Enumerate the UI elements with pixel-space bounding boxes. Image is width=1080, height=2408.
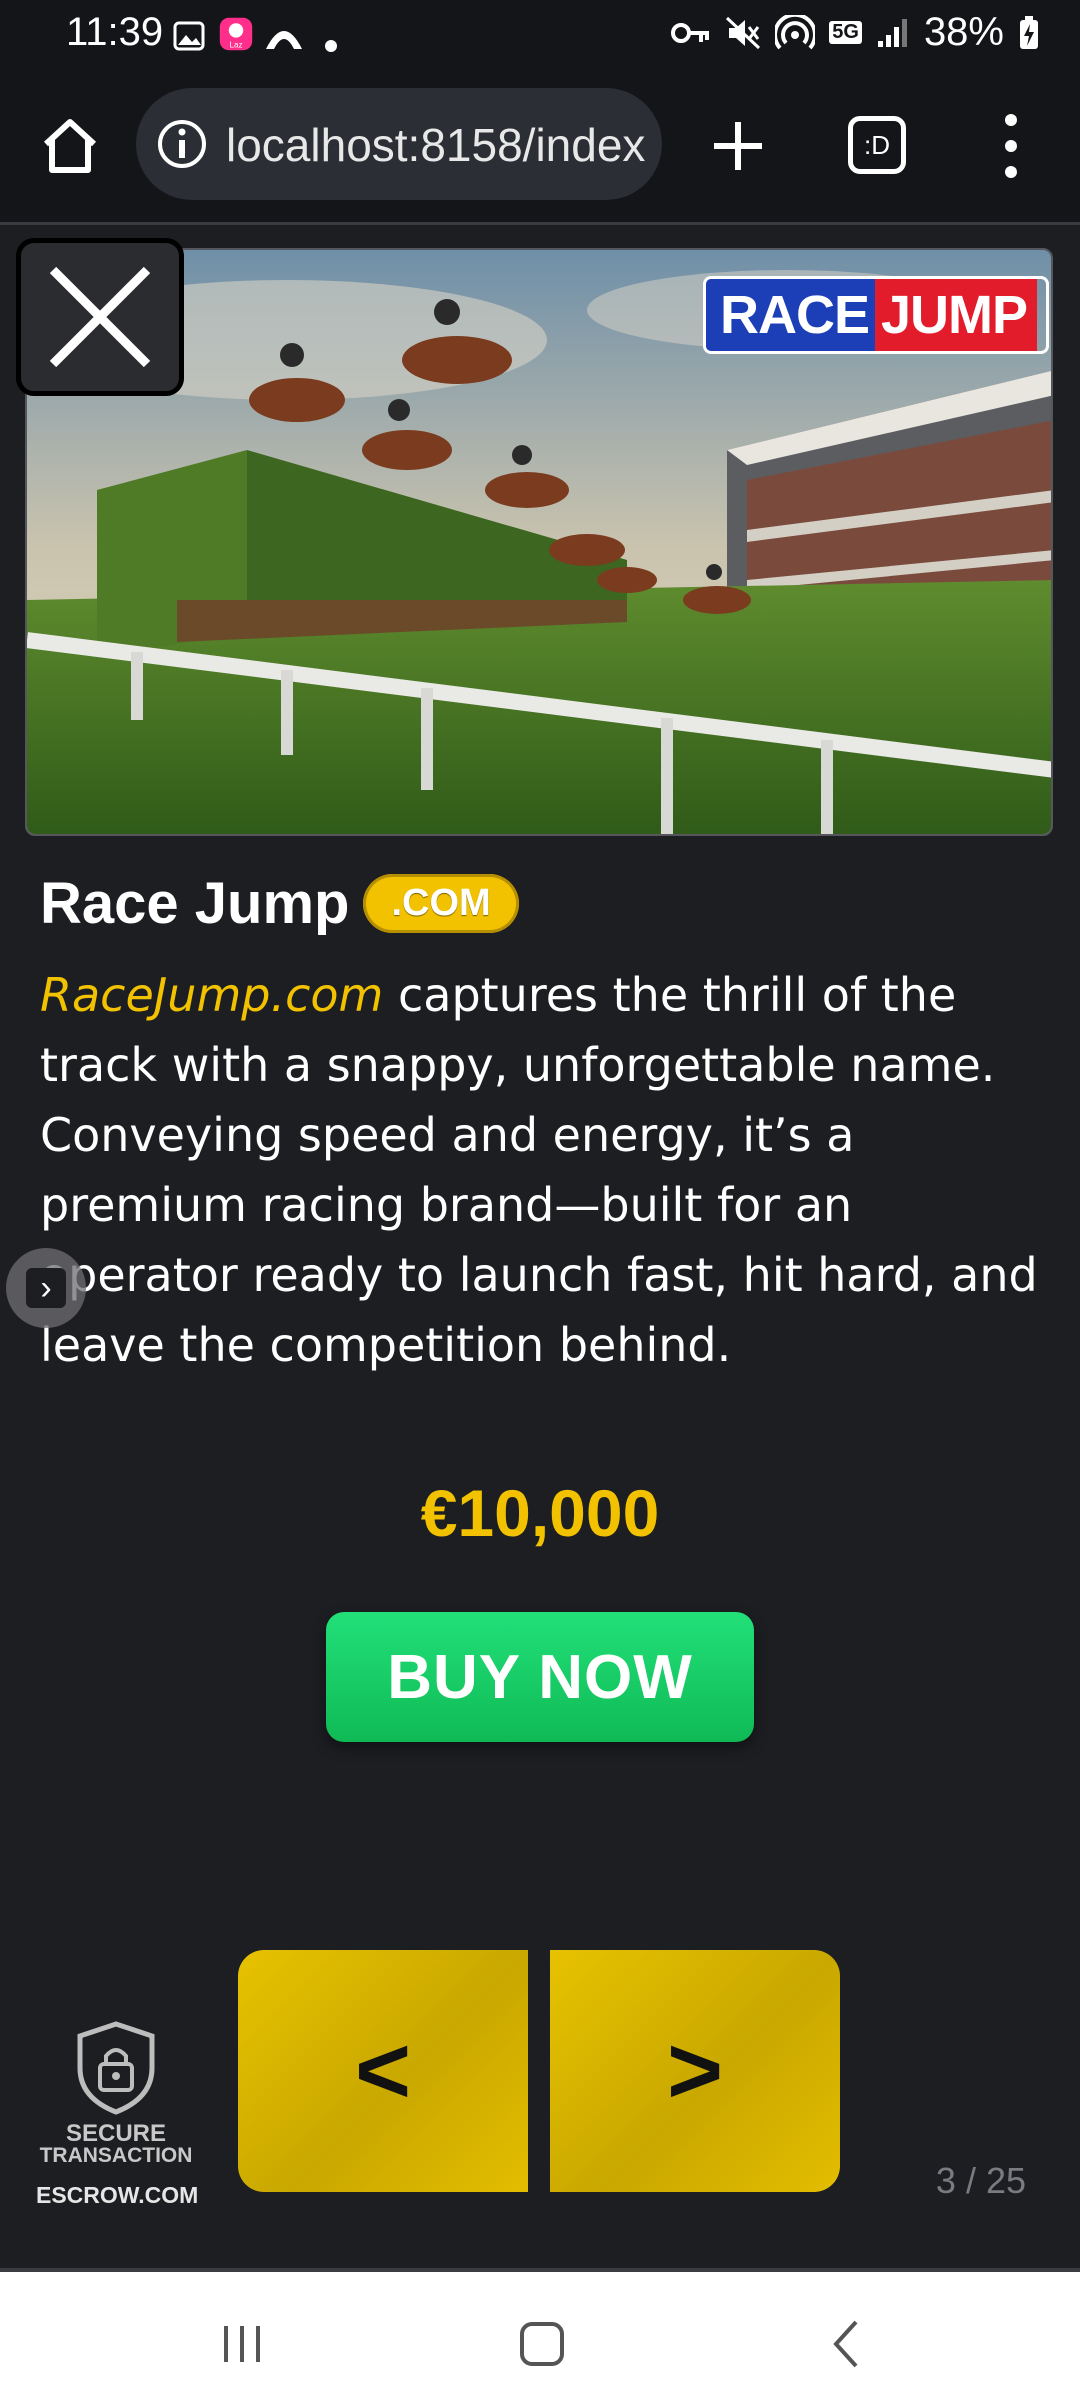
recent-apps-icon[interactable] [220, 2324, 264, 2364]
brand-logo: RACE JUMP [703, 276, 1049, 354]
escrow-line2: TRANSACTION [39, 2144, 193, 2167]
new-tab-icon[interactable] [708, 116, 768, 176]
address-bar[interactable]: localhost:8158/index [136, 88, 662, 200]
listing-description: RaceJump.com captures the thrill of the … [40, 960, 1040, 1380]
domain-link[interactable]: RaceJump.com [40, 968, 383, 1022]
lazada-app-icon: Laz [219, 17, 253, 51]
back-icon[interactable] [830, 2318, 860, 2370]
vpn-key-icon [671, 22, 710, 43]
tab-switcher-button[interactable]: :D [848, 116, 906, 174]
battery-charging-icon [1020, 15, 1038, 49]
mute-icon [726, 16, 761, 49]
side-expand-button[interactable]: › [6, 1248, 86, 1328]
price: €10,000 [420, 1476, 660, 1550]
next-button[interactable]: > [550, 1950, 840, 2192]
hotspot-icon [775, 14, 816, 49]
home-icon[interactable] [38, 114, 102, 178]
escrow-badge[interactable]: SECURE TRANSACTION ESCROW.COM [36, 2020, 199, 2220]
svg-text:Laz: Laz [229, 41, 242, 50]
close-icon [49, 266, 151, 368]
escrow-line3: ESCROW.COM [36, 2182, 199, 2208]
chevron-right-icon: › [26, 1268, 66, 1308]
home-nav-icon[interactable] [520, 2322, 564, 2366]
tld-badge: .COM [363, 874, 519, 933]
signal-icon [877, 18, 907, 47]
close-button[interactable] [16, 238, 184, 396]
system-navigation-bar [0, 2272, 1080, 2408]
browser-toolbar: localhost:8158/index :D [0, 72, 1080, 225]
brand-logo-part1: RACE [706, 279, 876, 351]
previous-button[interactable]: < [238, 1950, 528, 2192]
description-body: captures the thrill of the track with a … [40, 968, 1038, 1372]
more-menu-icon[interactable] [996, 110, 1026, 182]
status-time: 11:39 [66, 10, 164, 54]
url-text[interactable]: localhost:8158/index [226, 118, 645, 172]
shield-lock-icon [77, 2021, 155, 2115]
mountain-app-icon [266, 31, 302, 49]
battery-percent: 38% [923, 10, 1004, 54]
buy-now-button[interactable]: BUY NOW [326, 1612, 754, 1742]
page-counter: 3 / 25 [935, 2160, 1026, 2201]
notification-dot-icon [325, 40, 337, 52]
gallery-icon [173, 21, 205, 51]
listing-title-row: Race Jump .COM [40, 870, 519, 937]
network-type-badge: 5G [829, 21, 862, 44]
listing-title: Race Jump [40, 871, 350, 936]
site-info-icon[interactable] [156, 118, 208, 170]
brand-logo-part2: JUMP [875, 279, 1038, 351]
status-right-group: 5G 38% [671, 10, 1040, 55]
status-bar: 11:39 Laz 5G 38% [0, 0, 1080, 72]
